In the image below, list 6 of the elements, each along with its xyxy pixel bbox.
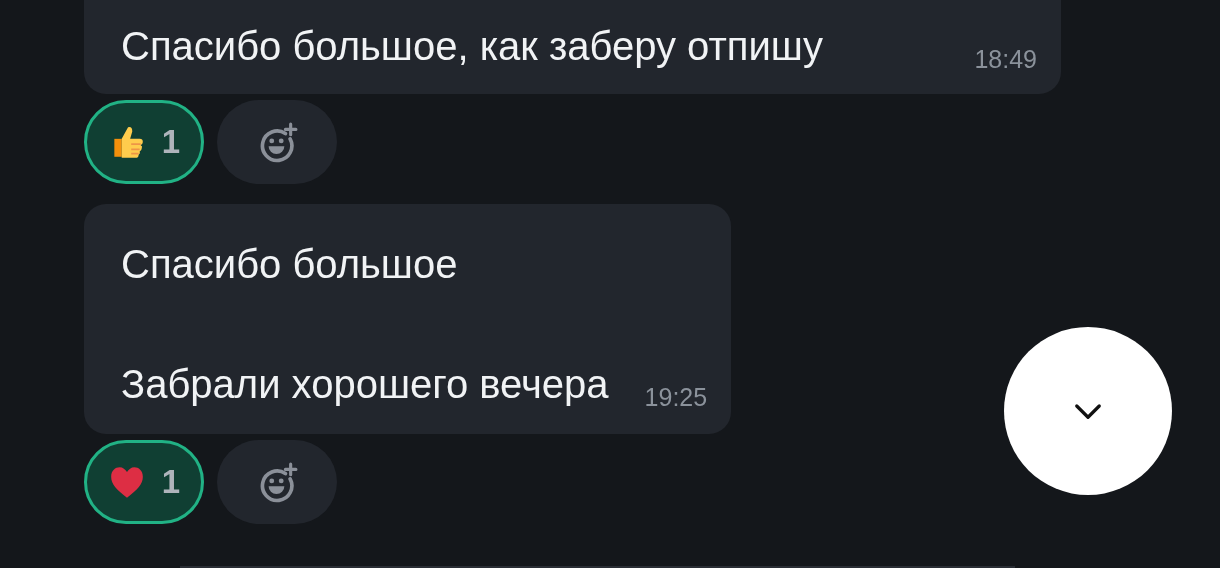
message-time: 18:49 — [974, 45, 1037, 74]
reaction-button[interactable]: 1 — [84, 100, 204, 184]
message-text: Спасибо большое Забрали хорошего вечера — [121, 241, 609, 408]
reaction-button[interactable]: 1 — [84, 440, 204, 524]
message-time: 19:25 — [644, 383, 708, 412]
message-text: Спасибо большое, как заберу отпишу — [121, 23, 823, 70]
